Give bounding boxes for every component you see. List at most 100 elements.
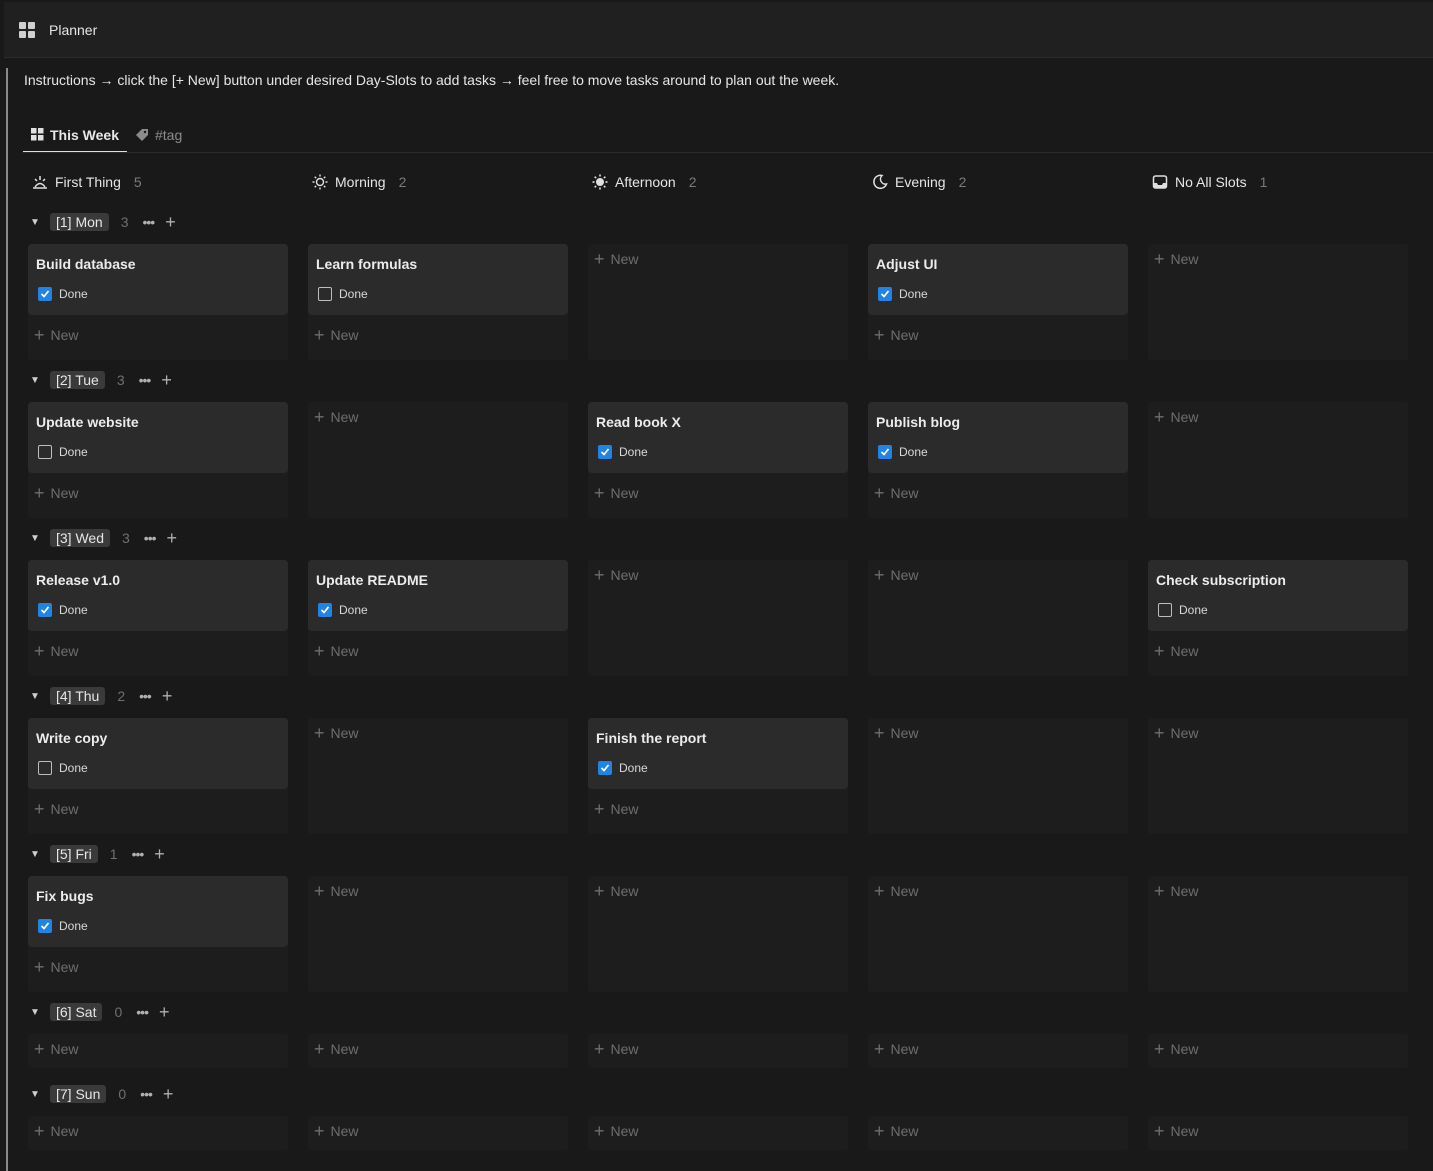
group-label[interactable]: [1] Mon bbox=[50, 213, 109, 231]
collapse-toggle-icon[interactable]: ▼ bbox=[30, 375, 40, 386]
group-label[interactable]: [3] Wed bbox=[50, 529, 110, 547]
new-task-button[interactable]: + New bbox=[1154, 1122, 1199, 1140]
done-checkbox[interactable]: Done bbox=[38, 287, 88, 301]
collapse-toggle-icon[interactable]: ▼ bbox=[30, 849, 40, 860]
add-item-icon[interactable]: + bbox=[165, 213, 176, 231]
column-header[interactable]: No All Slots 1 bbox=[1152, 170, 1267, 194]
done-checkbox[interactable]: Done bbox=[598, 761, 648, 775]
task-card[interactable]: Finish the report Done bbox=[588, 718, 848, 789]
new-task-button[interactable]: + New bbox=[314, 326, 359, 344]
task-card[interactable]: Check subscription Done bbox=[1148, 560, 1408, 631]
column-header[interactable]: Morning 2 bbox=[312, 170, 406, 194]
more-options-icon[interactable]: ••• bbox=[139, 372, 152, 388]
done-checkbox[interactable]: Done bbox=[38, 445, 88, 459]
done-checkbox[interactable]: Done bbox=[318, 603, 368, 617]
more-options-icon[interactable]: ••• bbox=[136, 1004, 149, 1020]
done-checkbox[interactable]: Done bbox=[38, 919, 88, 933]
collapse-toggle-icon[interactable]: ▼ bbox=[30, 533, 40, 544]
collapse-toggle-icon[interactable]: ▼ bbox=[30, 691, 40, 702]
new-task-button[interactable]: + New bbox=[594, 566, 639, 584]
new-task-button[interactable]: + New bbox=[34, 642, 79, 660]
new-task-button[interactable]: + New bbox=[1154, 882, 1199, 900]
checked-icon[interactable] bbox=[38, 287, 52, 301]
done-checkbox[interactable]: Done bbox=[878, 445, 928, 459]
new-task-button[interactable]: + New bbox=[34, 326, 79, 344]
add-item-icon[interactable]: + bbox=[167, 529, 178, 547]
checked-icon[interactable] bbox=[598, 445, 612, 459]
column-header[interactable]: Evening 2 bbox=[872, 170, 966, 194]
more-options-icon[interactable]: ••• bbox=[140, 1086, 153, 1102]
done-checkbox[interactable]: Done bbox=[38, 603, 88, 617]
collapse-toggle-icon[interactable]: ▼ bbox=[30, 1089, 40, 1100]
new-task-button[interactable]: + New bbox=[874, 566, 919, 584]
add-item-icon[interactable]: + bbox=[154, 845, 165, 863]
more-options-icon[interactable]: ••• bbox=[144, 530, 157, 546]
new-task-button[interactable]: + New bbox=[594, 484, 639, 502]
new-task-button[interactable]: + New bbox=[594, 1122, 639, 1140]
task-card[interactable]: Build database Done bbox=[28, 244, 288, 315]
task-card[interactable]: Adjust UI Done bbox=[868, 244, 1128, 315]
checked-icon[interactable] bbox=[318, 603, 332, 617]
new-task-button[interactable]: + New bbox=[874, 724, 919, 742]
more-options-icon[interactable]: ••• bbox=[139, 688, 152, 704]
task-card[interactable]: Learn formulas Done bbox=[308, 244, 568, 315]
group-label[interactable]: [6] Sat bbox=[50, 1003, 103, 1021]
task-card[interactable]: Publish blog Done bbox=[868, 402, 1128, 473]
new-task-button[interactable]: + New bbox=[1154, 642, 1199, 660]
new-task-button[interactable]: + New bbox=[594, 1040, 639, 1058]
unchecked-icon[interactable] bbox=[1158, 603, 1172, 617]
new-task-button[interactable]: + New bbox=[874, 1122, 919, 1140]
column-header[interactable]: First Thing 5 bbox=[32, 170, 142, 194]
done-checkbox[interactable]: Done bbox=[1158, 603, 1208, 617]
new-task-button[interactable]: + New bbox=[594, 250, 639, 268]
more-options-icon[interactable]: ••• bbox=[132, 846, 145, 862]
checked-icon[interactable] bbox=[38, 919, 52, 933]
task-card[interactable]: Read book X Done bbox=[588, 402, 848, 473]
new-task-button[interactable]: + New bbox=[314, 1040, 359, 1058]
new-task-button[interactable]: + New bbox=[874, 326, 919, 344]
checked-icon[interactable] bbox=[38, 603, 52, 617]
new-task-button[interactable]: + New bbox=[314, 1122, 359, 1140]
done-checkbox[interactable]: Done bbox=[318, 287, 368, 301]
new-task-button[interactable]: + New bbox=[594, 882, 639, 900]
collapse-toggle-icon[interactable]: ▼ bbox=[30, 1007, 40, 1018]
new-task-button[interactable]: + New bbox=[34, 1040, 79, 1058]
new-task-button[interactable]: + New bbox=[314, 882, 359, 900]
new-task-button[interactable]: + New bbox=[34, 484, 79, 502]
done-checkbox[interactable]: Done bbox=[38, 761, 88, 775]
collapse-toggle-icon[interactable]: ▼ bbox=[30, 217, 40, 228]
task-card[interactable]: Update README Done bbox=[308, 560, 568, 631]
column-header[interactable]: Afternoon 2 bbox=[592, 170, 697, 194]
add-item-icon[interactable]: + bbox=[161, 371, 172, 389]
checked-icon[interactable] bbox=[598, 761, 612, 775]
new-task-button[interactable]: + New bbox=[874, 484, 919, 502]
task-card[interactable]: Update website Done bbox=[28, 402, 288, 473]
unchecked-icon[interactable] bbox=[318, 287, 332, 301]
new-task-button[interactable]: + New bbox=[1154, 408, 1199, 426]
new-task-button[interactable]: + New bbox=[314, 408, 359, 426]
add-item-icon[interactable]: + bbox=[163, 1085, 174, 1103]
tab-tag[interactable]: #tag bbox=[127, 118, 190, 151]
more-options-icon[interactable]: ••• bbox=[143, 214, 156, 230]
group-label[interactable]: [5] Fri bbox=[50, 845, 98, 863]
new-task-button[interactable]: + New bbox=[874, 1040, 919, 1058]
add-item-icon[interactable]: + bbox=[162, 687, 173, 705]
checked-icon[interactable] bbox=[878, 287, 892, 301]
add-item-icon[interactable]: + bbox=[159, 1003, 170, 1021]
checked-icon[interactable] bbox=[878, 445, 892, 459]
unchecked-icon[interactable] bbox=[38, 445, 52, 459]
new-task-button[interactable]: + New bbox=[1154, 724, 1199, 742]
done-checkbox[interactable]: Done bbox=[598, 445, 648, 459]
done-checkbox[interactable]: Done bbox=[878, 287, 928, 301]
task-card[interactable]: Fix bugs Done bbox=[28, 876, 288, 947]
new-task-button[interactable]: + New bbox=[1154, 1040, 1199, 1058]
new-task-button[interactable]: + New bbox=[594, 800, 639, 818]
new-task-button[interactable]: + New bbox=[314, 724, 359, 742]
task-card[interactable]: Write copy Done bbox=[28, 718, 288, 789]
group-label[interactable]: [4] Thu bbox=[50, 687, 106, 705]
new-task-button[interactable]: + New bbox=[34, 800, 79, 818]
tab-this-week[interactable]: This Week bbox=[23, 118, 127, 153]
new-task-button[interactable]: + New bbox=[34, 1122, 79, 1140]
new-task-button[interactable]: + New bbox=[314, 642, 359, 660]
unchecked-icon[interactable] bbox=[38, 761, 52, 775]
